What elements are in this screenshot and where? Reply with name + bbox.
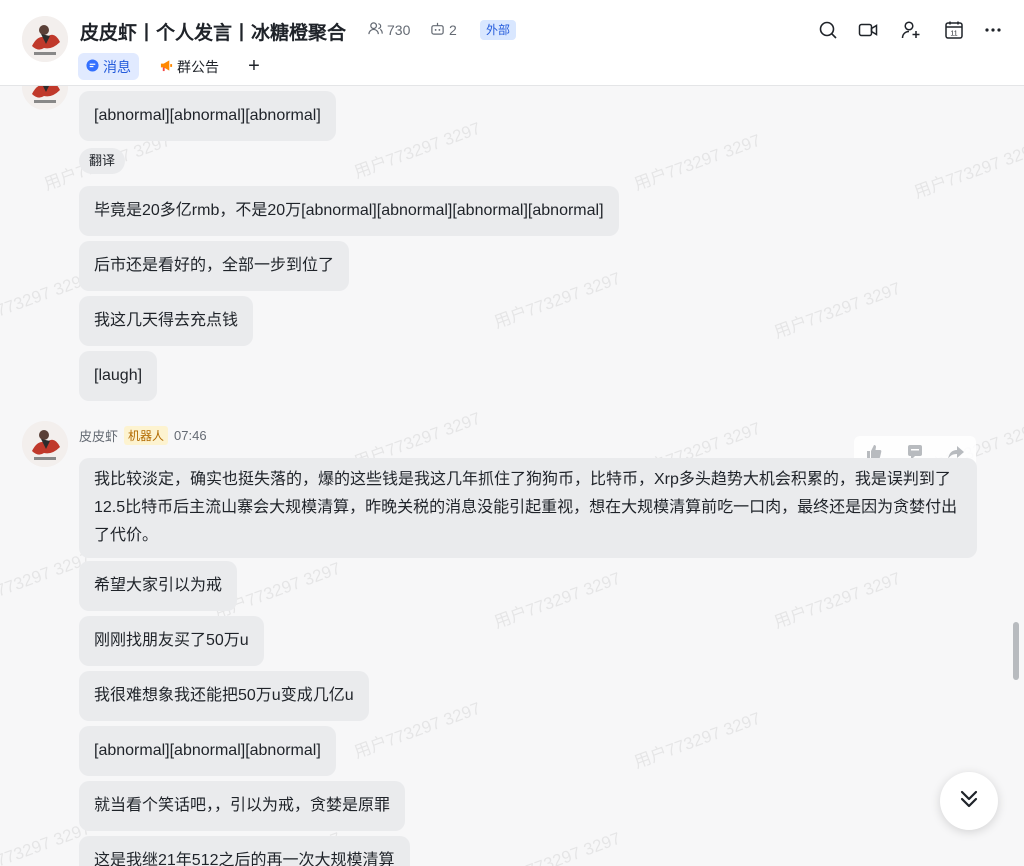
calendar-day: 11 bbox=[950, 31, 957, 38]
avatar[interactable] bbox=[22, 421, 68, 467]
tab-label: 群公告 bbox=[177, 58, 219, 75]
message-bubble[interactable]: [abnormal][abnormal][abnormal] bbox=[79, 91, 336, 141]
video-call-icon[interactable] bbox=[856, 18, 880, 42]
group-avatar[interactable] bbox=[22, 16, 68, 62]
megaphone-icon bbox=[160, 59, 173, 75]
watermark: 用户773297 3297 bbox=[351, 698, 484, 763]
bot-icon bbox=[430, 21, 445, 39]
scrollbar[interactable] bbox=[1013, 622, 1019, 680]
chat-header: 皮皮虾丨个人发言丨冰糖橙聚合 730 2 外部 11 消息 群公告 + bbox=[0, 0, 1024, 86]
watermark: 用户773297 3297 bbox=[771, 568, 904, 633]
message-bubble[interactable]: [laugh] bbox=[79, 351, 158, 401]
add-member-icon[interactable] bbox=[899, 18, 923, 42]
tab-label: 消息 bbox=[103, 58, 131, 75]
member-count[interactable]: 730 bbox=[368, 21, 410, 39]
bot-count[interactable]: 2 bbox=[430, 21, 457, 39]
tab-messages[interactable]: 消息 bbox=[78, 53, 139, 80]
add-tab-button[interactable]: + bbox=[244, 54, 264, 78]
chat-title: 皮皮虾丨个人发言丨冰糖橙聚合 bbox=[80, 23, 347, 44]
member-count-value: 730 bbox=[387, 22, 411, 38]
watermark: 用户773297 3297 bbox=[631, 130, 764, 195]
watermark: 用户773297 3297 bbox=[491, 568, 624, 633]
message-bubble[interactable]: [abnormal][abnormal][abnormal] bbox=[79, 726, 336, 776]
watermark: 用户773297 3297 bbox=[491, 268, 624, 333]
watermark: 用户773297 3297 bbox=[491, 828, 624, 866]
message-time: 07:46 bbox=[174, 428, 207, 443]
translate-button[interactable]: 翻译 bbox=[79, 148, 126, 174]
external-badge: 外部 bbox=[480, 20, 517, 40]
message-bubble[interactable]: 刚刚找朋友买了50万u bbox=[79, 616, 264, 666]
watermark: 用户773297 3297 bbox=[351, 118, 484, 183]
watermark: 用户773297 3297 bbox=[911, 138, 1024, 203]
bot-tag: 机器人 bbox=[124, 426, 169, 445]
message-bubble[interactable]: 后市还是看好的，全部一步到位了 bbox=[79, 241, 350, 291]
tab-announcement[interactable]: 群公告 bbox=[152, 53, 227, 80]
avatar[interactable] bbox=[22, 86, 68, 110]
message-bubble[interactable]: 就当看个笑话吧，，引以为戒，贪婪是原罪 bbox=[79, 781, 406, 831]
message-list[interactable]: 用户773297 3297 用户773297 3297 用户773297 329… bbox=[0, 86, 1024, 866]
chat-bubble-icon bbox=[86, 58, 99, 75]
bot-count-value: 2 bbox=[449, 22, 457, 38]
scroll-to-bottom-button[interactable] bbox=[940, 772, 998, 830]
message-bubble[interactable]: 希望大家引以为戒 bbox=[79, 561, 238, 611]
double-chevron-down-icon bbox=[955, 785, 983, 818]
search-icon[interactable] bbox=[816, 18, 840, 42]
watermark: 用户773297 3297 bbox=[771, 278, 904, 343]
sender-info: 皮皮虾 机器人 07:46 bbox=[79, 426, 207, 445]
message-bubble[interactable]: 这是我继21年512之后的再一次大规模清算 bbox=[79, 836, 410, 866]
message-bubble[interactable]: 我这几天得去充点钱 bbox=[79, 296, 254, 346]
more-icon[interactable] bbox=[981, 18, 1005, 42]
watermark: 用户773297 3297 bbox=[631, 708, 764, 773]
members-icon bbox=[368, 21, 383, 39]
message-bubble[interactable]: 我比较淡定，确实也挺失落的，爆的这些钱是我这几年抓住了狗狗币，比特币，Xrp多头… bbox=[79, 458, 977, 558]
message-bubble[interactable]: 毕竟是20多亿rmb，不是20万[abnormal][abnormal][abn… bbox=[79, 186, 619, 236]
message-bubble[interactable]: 我很难想象我还能把50万u变成几亿u bbox=[79, 671, 369, 721]
sender-name[interactable]: 皮皮虾 bbox=[79, 426, 118, 445]
calendar-icon[interactable]: 11 bbox=[942, 18, 966, 42]
